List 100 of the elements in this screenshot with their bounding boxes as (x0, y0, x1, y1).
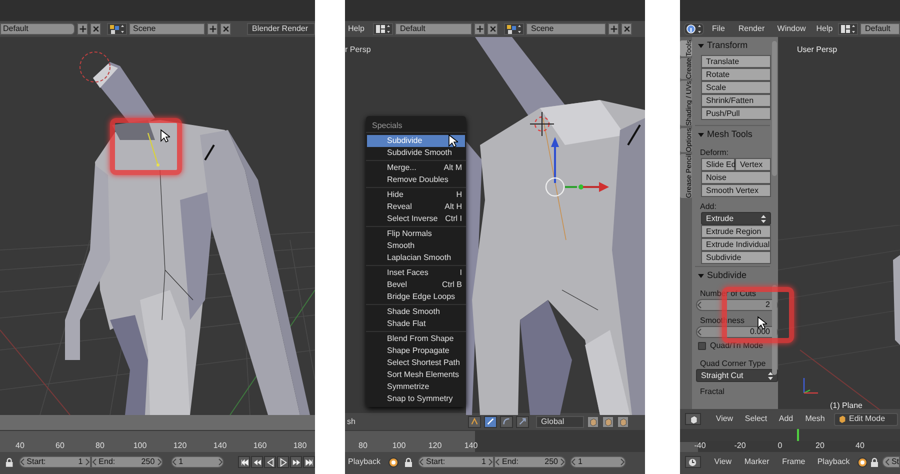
menu-item[interactable]: Merge... Alt M (367, 162, 465, 174)
menu-item[interactable]: Render (733, 23, 770, 35)
tool-button[interactable] (484, 416, 497, 428)
menu-item[interactable]: sh (347, 416, 465, 428)
rotate-icon (502, 417, 511, 426)
menu-item[interactable]: Marker (738, 456, 775, 468)
layout-field[interactable]: Default (0, 23, 75, 35)
menu-item[interactable]: Add (774, 413, 798, 425)
start-field[interactable]: Start: 1 (18, 456, 91, 468)
add-button[interactable] (608, 23, 619, 35)
menu-item[interactable]: Bevel Ctrl B (367, 279, 465, 291)
layout-button[interactable] (373, 23, 393, 35)
playback-button[interactable] (264, 456, 276, 468)
fast-forward-icon (292, 458, 300, 466)
menu-item[interactable]: Playback (348, 456, 384, 468)
remove-button[interactable] (220, 23, 231, 35)
shading-button[interactable] (617, 416, 629, 428)
playback-button[interactable] (238, 456, 250, 468)
end-field[interactable]: End: 250 (494, 456, 566, 468)
shading-button[interactable] (587, 416, 599, 428)
menu-item[interactable]: Playback (812, 456, 854, 468)
playback-button[interactable] (251, 456, 263, 468)
menu-item[interactable]: Select Shortest Path (367, 357, 465, 369)
menu-item[interactable]: Remove Doubles (367, 174, 465, 186)
menu-item[interactable]: Sort Mesh Elements (367, 369, 465, 381)
menu-item[interactable]: Frame (776, 456, 811, 468)
dropdown[interactable]: Extrude (701, 212, 771, 225)
menu-item[interactable]: Hide H (367, 189, 465, 201)
menu-item[interactable]: View (711, 413, 738, 425)
menu-item[interactable]: Smooth (367, 240, 465, 252)
layout-field[interactable]: Default (860, 23, 900, 35)
shading-button[interactable] (602, 416, 614, 428)
layout-button[interactable] (838, 23, 858, 35)
end-field[interactable]: End: 250 (90, 456, 163, 468)
menu-item[interactable]: Shape Propagate (367, 345, 465, 357)
start-field[interactable]: St (882, 456, 900, 468)
tool-button[interactable]: Smooth Vertex (701, 184, 771, 197)
dropdown[interactable]: Straight Cut (696, 369, 778, 382)
menu-item[interactable]: Subdivide Smooth (367, 147, 465, 159)
orientation-dropdown[interactable]: Global (536, 416, 584, 428)
menu-item[interactable]: Snap to Symmetry (367, 393, 465, 405)
start-field[interactable]: Start: 1 (418, 456, 494, 468)
playback-button[interactable] (277, 456, 289, 468)
menu-item[interactable]: Subdivide (367, 135, 465, 147)
editor-type-button[interactable] (685, 456, 701, 468)
plus-icon (476, 25, 484, 33)
tool-button[interactable]: Push/Pull (701, 107, 771, 120)
menu-item[interactable]: Symmetrize (367, 381, 465, 393)
tool-button[interactable]: Rotate (701, 68, 771, 81)
tool-button[interactable]: Subdivide (701, 251, 771, 264)
menu-item[interactable]: Shade Smooth (367, 306, 465, 318)
scene-button[interactable] (107, 23, 127, 35)
remove-button[interactable] (621, 23, 632, 35)
layout-icon (375, 24, 391, 34)
menu-item[interactable]: Help (813, 23, 836, 35)
tool-button[interactable]: Scale (701, 81, 771, 94)
tool-button[interactable]: Vertex (735, 158, 771, 171)
add-button[interactable] (474, 23, 485, 35)
remove-button[interactable] (487, 23, 498, 35)
tool-button[interactable]: Shrink/Fatten (701, 94, 771, 107)
render-engine-dropdown[interactable]: Blender Render (247, 23, 315, 35)
menu-item[interactable]: View (708, 456, 737, 468)
menu-item[interactable]: Flip Normals (367, 228, 465, 240)
transform-gizmo-icon (545, 135, 611, 199)
scene-field[interactable]: Scene (129, 23, 205, 35)
tool-button[interactable] (500, 416, 513, 428)
tool-button[interactable]: Extrude Individual (701, 238, 771, 251)
current-frame-field[interactable]: 1 (570, 456, 626, 468)
menu-item[interactable]: Inset Faces I (367, 267, 465, 279)
menu-item[interactable]: Bridge Edge Loops (367, 291, 465, 303)
menu-item[interactable]: Laplacian Smooth (367, 252, 465, 264)
menu-item[interactable]: Reveal Alt H (367, 201, 465, 213)
add-button[interactable] (77, 23, 88, 35)
layout-field[interactable]: Default (395, 23, 472, 35)
mode-dropdown[interactable]: Edit Mode (834, 412, 898, 426)
menu-item[interactable]: Select Inverse Ctrl I (367, 213, 465, 225)
checkbox-label: Quad/Tri Mode (710, 340, 764, 352)
menu-item[interactable]: File (706, 23, 731, 35)
menu-item[interactable]: Select (740, 413, 772, 425)
tool-button[interactable]: Extrude Region (701, 225, 771, 238)
menu-item[interactable]: Blend From Shape (367, 333, 465, 345)
add-button[interactable] (207, 23, 218, 35)
scene-field[interactable]: Scene (526, 23, 606, 35)
editor-type-button[interactable] (685, 413, 701, 425)
tool-button[interactable] (468, 416, 481, 428)
remove-button[interactable] (90, 23, 101, 35)
menu-item[interactable]: Help (345, 23, 371, 35)
tool-button[interactable] (516, 416, 529, 428)
playback-button[interactable] (303, 456, 315, 468)
panel-title: Mesh Tools (707, 128, 752, 141)
menu-item[interactable]: Window (772, 23, 811, 35)
menu-item[interactable]: Mesh (800, 413, 830, 425)
menu-item[interactable]: Shade Flat (367, 318, 465, 330)
tool-button[interactable]: Translate (701, 55, 771, 68)
editor-type-button[interactable] (684, 23, 704, 35)
current-frame-field[interactable]: 1 (170, 456, 224, 468)
scene-button[interactable] (504, 23, 524, 35)
playback-button[interactable] (290, 456, 302, 468)
tool-button[interactable]: Noise (701, 171, 771, 184)
checkbox[interactable] (698, 342, 706, 350)
